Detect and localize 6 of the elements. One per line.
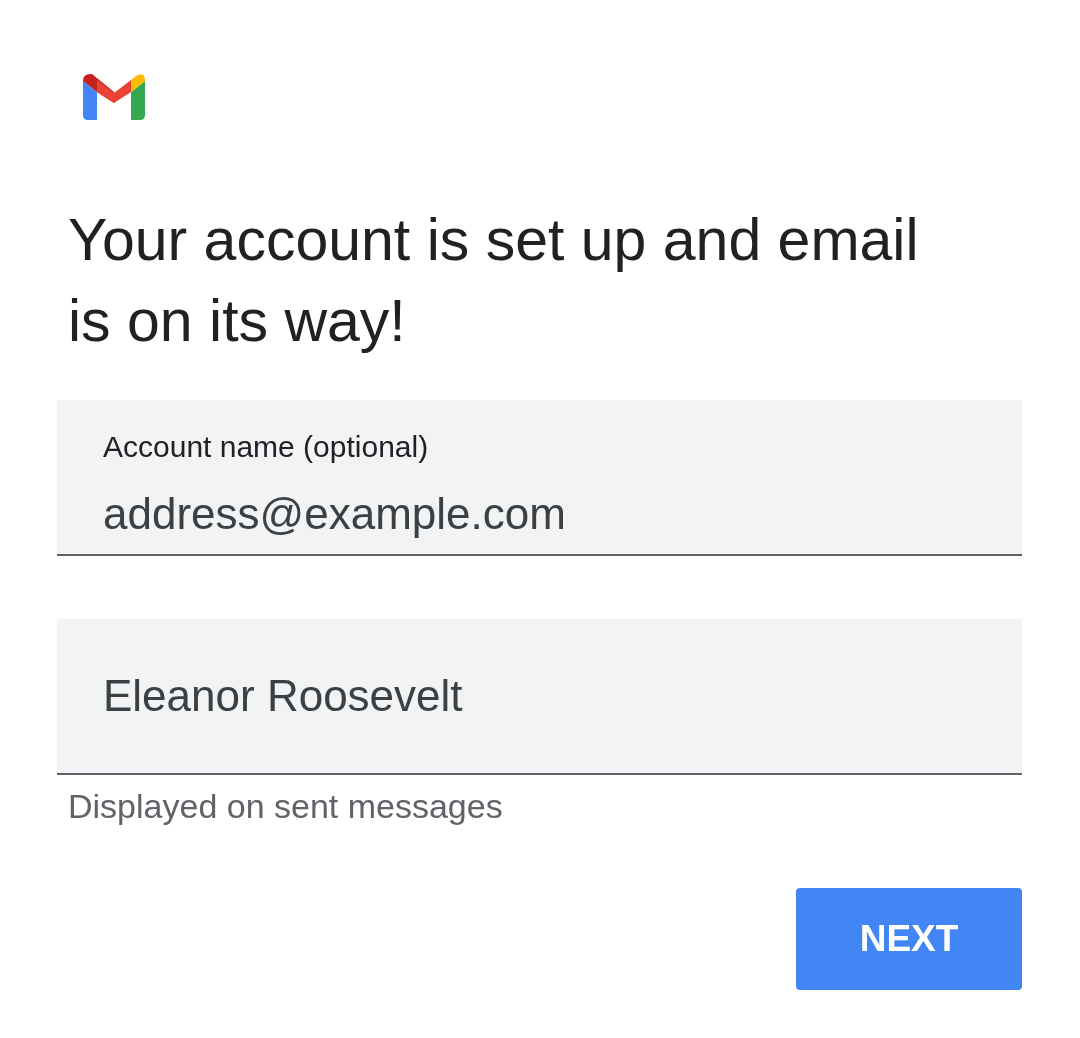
logo-icon [83, 73, 145, 120]
next-button[interactable]: NEXT [796, 888, 1022, 990]
field-label: Account name (optional) [103, 430, 429, 464]
page-title: Your account is set up and email is on its way! [68, 206, 920, 356]
helper-text: Displayed on sent messages [68, 787, 504, 826]
your-name-field[interactable]: Eleanor Roosevelt [57, 619, 1022, 775]
